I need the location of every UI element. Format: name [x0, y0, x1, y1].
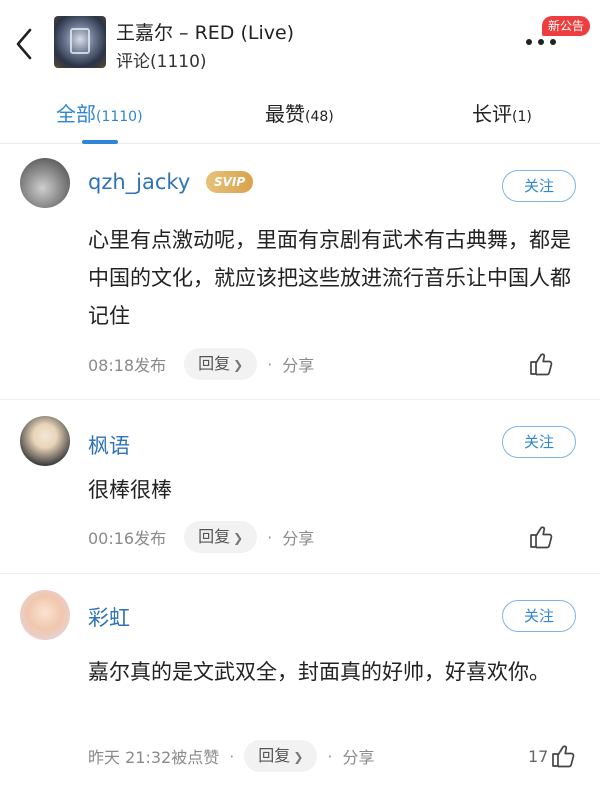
- thumbs-up-icon: [530, 353, 553, 376]
- avatar[interactable]: [20, 416, 70, 466]
- tab-top[interactable]: 最赞(48): [265, 98, 334, 127]
- tab-top-count: (48): [305, 109, 334, 125]
- comment-text: 很棒很棒: [88, 478, 172, 502]
- song-cover[interactable]: [54, 16, 106, 68]
- comment-item: 彩虹 关注 嘉尔真的是文武双全，封面真的好帅，好喜欢你。 昨天 21:32被点赞…: [0, 574, 600, 808]
- comment-meta: 00:16发布 回复 ❯ · 分享: [88, 521, 314, 553]
- reply-button[interactable]: 回复 ❯: [244, 740, 318, 772]
- chevron-right-icon: ❯: [233, 531, 244, 545]
- reply-button[interactable]: 回复 ❯: [184, 348, 258, 380]
- tab-long-label: 长评: [472, 102, 512, 126]
- comment-count-title: 评论(1110): [116, 52, 207, 72]
- thumbs-up-icon: [552, 745, 575, 768]
- top-bar: 王嘉尔 – RED (Live) 评论(1110) 新公告: [0, 0, 600, 84]
- avatar[interactable]: [20, 590, 70, 640]
- reply-label: 回复: [198, 354, 231, 373]
- share-button[interactable]: 分享: [282, 352, 314, 376]
- song-title: 王嘉尔 – RED (Live): [116, 22, 295, 44]
- tab-all-count: (1110): [96, 109, 143, 125]
- comment-time: 08:18发布: [88, 356, 167, 375]
- more-dot-icon: [538, 39, 544, 45]
- username[interactable]: 枫语: [88, 430, 130, 460]
- comment-time: 00:16发布: [88, 529, 167, 548]
- reply-label: 回复: [258, 746, 291, 765]
- chevron-left-icon: [16, 28, 32, 60]
- separator-dot: ·: [267, 527, 273, 547]
- comment-text: 心里有点激动呢，里面有京剧有武术有古典舞，都是中国的文化，就应该把这些放进流行音…: [88, 228, 571, 328]
- like-button[interactable]: [526, 524, 554, 550]
- follow-button[interactable]: 关注: [502, 170, 576, 202]
- more-dot-icon: [526, 39, 532, 45]
- back-button[interactable]: [8, 24, 44, 64]
- like-button[interactable]: 17: [528, 743, 576, 769]
- comment-time: 昨天 21:32被点赞: [88, 748, 220, 767]
- notice-badge[interactable]: 新公告: [542, 16, 591, 36]
- more-dot-icon: [550, 39, 556, 45]
- share-button[interactable]: 分享: [282, 525, 314, 549]
- like-button[interactable]: [526, 351, 554, 377]
- reply-label: 回复: [198, 527, 231, 546]
- more-button[interactable]: [526, 34, 566, 50]
- tab-top-label: 最赞: [265, 102, 305, 126]
- separator-dot: ·: [267, 354, 273, 374]
- tab-long[interactable]: 长评(1): [472, 98, 532, 127]
- separator-dot: ·: [229, 746, 235, 766]
- comment-tabs: 全部(1110) 最赞(48) 长评(1): [0, 84, 600, 144]
- comment-text: 嘉尔真的是文武双全，封面真的好帅，好喜欢你。: [88, 660, 550, 684]
- thumbs-up-icon: [530, 526, 553, 549]
- comment-meta: 昨天 21:32被点赞 · 回复 ❯ · 分享: [88, 740, 374, 772]
- avatar[interactable]: [20, 158, 70, 208]
- username[interactable]: 彩虹: [88, 602, 130, 632]
- chevron-right-icon: ❯: [293, 750, 304, 764]
- svip-badge: SVIP: [206, 171, 254, 193]
- share-button[interactable]: 分享: [342, 744, 374, 768]
- separator-dot: ·: [327, 746, 333, 766]
- chevron-right-icon: ❯: [233, 358, 244, 372]
- comment-meta: 08:18发布 回复 ❯ · 分享: [88, 348, 314, 380]
- like-count: 17: [528, 746, 549, 766]
- tab-long-count: (1): [512, 109, 532, 125]
- comment-item: 枫语 关注 很棒很棒 00:16发布 回复 ❯ · 分享: [0, 400, 600, 574]
- follow-button[interactable]: 关注: [502, 600, 576, 632]
- tab-all[interactable]: 全部(1110): [56, 98, 143, 127]
- reply-button[interactable]: 回复 ❯: [184, 521, 258, 553]
- comment-item: qzh_jacky SVIP 关注 心里有点激动呢，里面有京剧有武术有古典舞，都…: [0, 144, 600, 400]
- username[interactable]: qzh_jacky: [88, 170, 190, 194]
- follow-button[interactable]: 关注: [502, 426, 576, 458]
- tab-all-label: 全部: [56, 102, 96, 126]
